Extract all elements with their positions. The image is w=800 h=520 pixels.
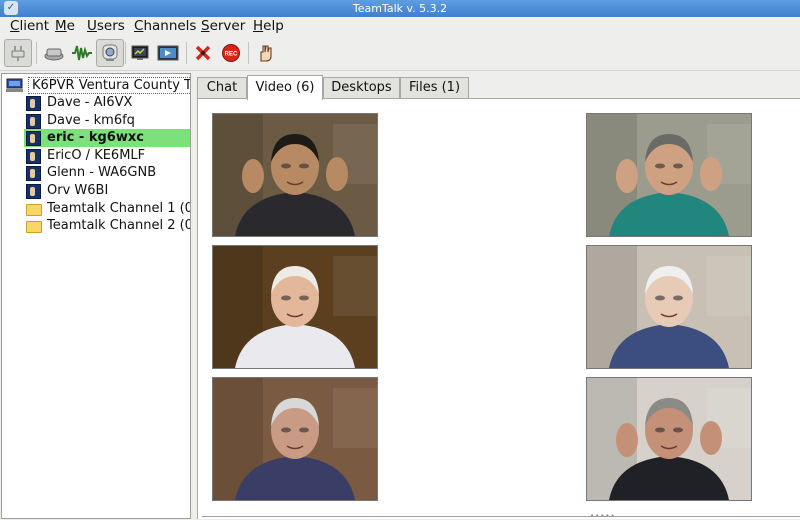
- tab-video[interactable]: Video (6): [247, 75, 323, 100]
- mute-all-icon: [195, 45, 211, 61]
- menubar: Client Me Users Channels Server Help: [0, 17, 800, 37]
- folder-icon: [26, 221, 42, 233]
- tree-root-label: K6PVR Ventura County Team: [28, 77, 190, 94]
- webcam-image: [587, 114, 751, 236]
- tree-channel-label: Teamtalk Channel 1 (0): [47, 201, 191, 216]
- video-feed-1[interactable]: [212, 113, 378, 237]
- webcam-image: [213, 246, 377, 368]
- toolbar-separator: [186, 42, 187, 64]
- connect-button[interactable]: [4, 39, 32, 67]
- tree-user-orv-w6bi[interactable]: Orv W6BI: [26, 182, 190, 200]
- tree-user-glenn-wa6gnb[interactable]: Glenn - WA6GNB: [26, 164, 190, 182]
- tree-user-label: Dave - km6fq: [47, 113, 135, 128]
- plug-connect-icon: [11, 46, 25, 61]
- record-icon: REC: [222, 44, 240, 62]
- user-icon: [26, 184, 41, 199]
- speaker-button[interactable]: [40, 39, 68, 67]
- webcam-button[interactable]: [96, 39, 124, 67]
- record-button[interactable]: REC: [217, 39, 245, 67]
- pane-bottom-border: [202, 516, 800, 517]
- server-computer-icon: [6, 78, 23, 99]
- webcam-icon: [102, 44, 118, 61]
- video-feed-6[interactable]: [586, 377, 752, 501]
- menu-client[interactable]: Client: [10, 18, 49, 34]
- raise-hand-button[interactable]: [251, 39, 279, 67]
- video-feed-3[interactable]: [212, 245, 378, 369]
- toolbar: REC: [0, 37, 800, 71]
- raise-hand-icon: [260, 45, 272, 62]
- menu-users[interactable]: Users: [87, 18, 125, 34]
- video-feed-5[interactable]: [212, 377, 378, 501]
- tree-user-label: Orv W6BI: [47, 183, 109, 198]
- desktop-share-button[interactable]: [126, 39, 154, 67]
- user-icon: [26, 131, 41, 146]
- voice-waveform-icon: [72, 45, 92, 61]
- tree-channel-2[interactable]: Teamtalk Channel 2 (0): [26, 217, 191, 235]
- tree-user-label: Dave - AI6VX: [47, 95, 133, 110]
- toolbar-separator: [36, 42, 37, 64]
- svg-text:REC: REC: [225, 52, 238, 58]
- user-icon: [26, 114, 41, 129]
- stream-media-button[interactable]: [154, 39, 182, 67]
- window-titlebar: ✓ TeamTalk v. 5.3.2: [0, 0, 800, 17]
- video-pane: [197, 98, 800, 519]
- menu-help[interactable]: Help: [253, 18, 284, 34]
- tree-user-label: Glenn - WA6GNB: [47, 165, 157, 180]
- tree-user-dave-ai6vx[interactable]: Dave - AI6VX: [26, 94, 190, 112]
- speaker-icon: [44, 48, 64, 61]
- channel-user-tree: K6PVR Ventura County Team Dave - AI6VX D…: [1, 73, 191, 519]
- folder-icon: [26, 204, 42, 216]
- webcam-image: [587, 378, 751, 500]
- tree-user-label: EricO / KE6MLF: [47, 148, 146, 163]
- stream-media-icon: [157, 45, 179, 61]
- window-title: TeamTalk v. 5.3.2: [352, 2, 448, 15]
- webcam-image: [213, 378, 377, 500]
- video-feed-2[interactable]: [586, 113, 752, 237]
- desktop-share-icon: [131, 45, 149, 60]
- webcam-image: [213, 114, 377, 236]
- user-icon: [26, 166, 41, 181]
- video-feed-4[interactable]: [586, 245, 752, 369]
- tree-channel-label: Teamtalk Channel 2 (0): [47, 218, 191, 233]
- menu-me[interactable]: Me: [55, 18, 75, 34]
- toolbar-separator: [248, 42, 249, 64]
- tree-user-eric-kg6wxc[interactable]: eric - kg6wxc: [24, 129, 190, 147]
- user-icon: [26, 96, 41, 111]
- tab-chat[interactable]: Chat: [197, 77, 247, 98]
- tree-user-dave-km6fq[interactable]: Dave - km6fq: [26, 112, 190, 130]
- tree-channel-1[interactable]: Teamtalk Channel 1 (0): [26, 200, 191, 218]
- user-icon: [26, 149, 41, 164]
- tree-root-server[interactable]: K6PVR Ventura County Team: [6, 76, 190, 94]
- voice-activation-button[interactable]: [68, 39, 96, 67]
- mute-all-button[interactable]: [189, 39, 217, 67]
- webcam-image: [587, 246, 751, 368]
- tree-user-label: eric - kg6wxc: [47, 130, 144, 145]
- tab-files[interactable]: Files (1): [400, 77, 469, 98]
- tree-user-erico-ke6mlf[interactable]: EricO / KE6MLF: [26, 147, 190, 165]
- menu-server[interactable]: Server: [201, 18, 245, 34]
- tab-desktops[interactable]: Desktops: [323, 77, 400, 98]
- menu-channels[interactable]: Channels: [134, 18, 196, 34]
